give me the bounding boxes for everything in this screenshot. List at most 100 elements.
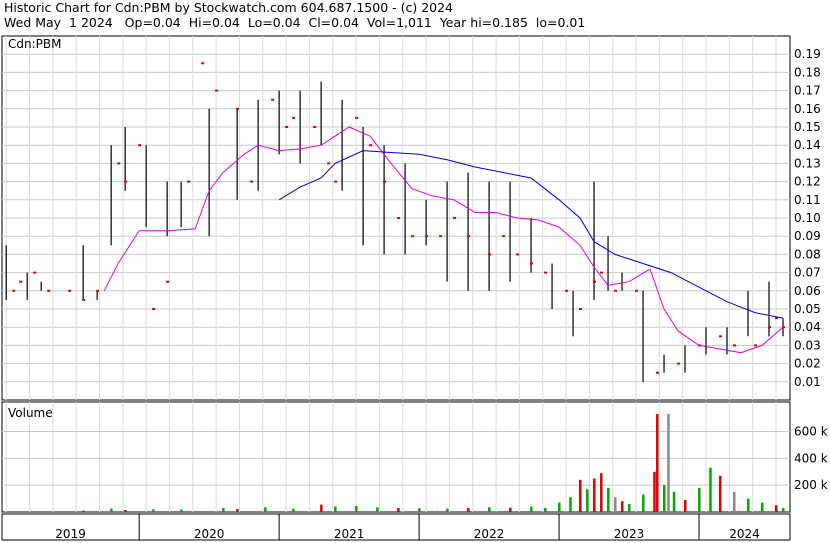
volume-bar [509, 507, 512, 512]
close-tick [733, 344, 737, 347]
price-y-tick-label: 0.01 [794, 375, 821, 389]
close-tick [355, 116, 359, 119]
stock-chart: 0.19 0.18 0.17 0.16 0.15 0.14 0.13 0.12 0.11 0.10… [1, 35, 828, 541]
volume-bar [653, 471, 656, 512]
volume-bar [672, 491, 676, 512]
x-tick-label: 2023 [614, 527, 645, 541]
close-tick [530, 262, 534, 265]
close-tick [313, 126, 317, 128]
volume-y-tick-label: 200 k [794, 478, 828, 492]
volume-bar [614, 497, 617, 512]
close-tick [236, 107, 240, 110]
x-tick-label: 2024 [729, 527, 760, 541]
volume-bar [607, 487, 610, 512]
close-tick [635, 289, 639, 292]
close-tick [327, 162, 331, 165]
close-tick [166, 280, 170, 283]
close-tick [593, 280, 597, 283]
volume-bar [600, 473, 603, 512]
volume-bar [180, 509, 183, 512]
close-tick [96, 289, 100, 292]
close-tick [33, 271, 37, 274]
volume-bar [82, 510, 85, 512]
close-tick [467, 235, 471, 238]
price-y-tick-label: 0.06 [794, 284, 821, 298]
volume-bar [376, 507, 379, 512]
volume-bar [684, 499, 687, 512]
close-tick [19, 280, 23, 283]
price-y-tick-label: 0.14 [794, 138, 821, 152]
close-tick [397, 217, 401, 219]
volume-bar [586, 489, 589, 512]
volume-bar [775, 505, 778, 512]
volume-bar [667, 414, 670, 512]
volume-bar [709, 467, 712, 512]
close-tick [334, 180, 338, 183]
volume-bar [579, 479, 582, 512]
volume-panel-frame [1, 401, 791, 513]
price-y-tick-label: 0.13 [794, 156, 821, 170]
volume-bar [782, 507, 785, 512]
close-tick [285, 126, 289, 128]
close-tick [453, 217, 457, 219]
price-y-axis: 0.19 0.18 0.17 0.16 0.15 0.14 0.13 0.12 0.11 0.10… [794, 47, 821, 389]
x-tick-label: 2019 [55, 527, 86, 541]
close-tick [68, 289, 72, 292]
close-tick [117, 162, 121, 165]
close-tick [124, 180, 128, 183]
price-y-tick-label: 0.16 [794, 102, 821, 116]
volume-bar [397, 507, 400, 512]
close-tick [369, 144, 373, 147]
volume-bar [320, 504, 323, 512]
volume-bar [488, 507, 491, 512]
close-tick [439, 235, 443, 238]
volume-bar [642, 494, 645, 512]
close-tick [411, 235, 415, 238]
close-tick [516, 253, 520, 256]
volume-bar [152, 509, 155, 512]
volume-bar [334, 506, 337, 512]
volume-bar [761, 502, 764, 512]
x-axis-frame [1, 513, 791, 541]
close-tick [544, 271, 548, 274]
price-y-tick-label: 0.03 [794, 338, 821, 352]
volume-y-tick-label: 600 k [794, 425, 828, 439]
volume-bar [530, 506, 533, 512]
x-tick-label: 2022 [474, 527, 505, 541]
volume-bar [292, 508, 295, 512]
volume-bar [544, 507, 547, 512]
volume-bar [569, 497, 572, 512]
price-y-tick-label: 0.09 [794, 229, 821, 243]
volume-bar [418, 508, 421, 512]
price-y-tick-label: 0.15 [794, 120, 821, 134]
close-tick [187, 180, 191, 183]
volume-bar [663, 485, 666, 512]
close-tick [600, 271, 604, 274]
price-panel-label: Cdn:PBM [8, 37, 61, 51]
close-tick [719, 335, 723, 338]
price-y-tick-label: 0.17 [794, 84, 821, 98]
price-y-tick-label: 0.08 [794, 247, 821, 261]
price-y-tick-label: 0.11 [794, 193, 821, 207]
close-tick [152, 308, 156, 310]
volume-bar [747, 498, 750, 512]
volume-y-tick-label: 400 k [794, 451, 828, 465]
price-y-tick-label: 0.02 [794, 357, 821, 371]
price-y-tick-label: 0.19 [794, 47, 821, 61]
price-y-tick-label: 0.04 [794, 320, 821, 334]
volume-bar [733, 491, 736, 512]
volume-bar [621, 501, 624, 512]
close-tick [383, 180, 387, 183]
x-tick-label: 2020 [194, 527, 225, 541]
volume-bar [698, 487, 701, 512]
volume-bar [222, 507, 225, 512]
volume-bar [593, 478, 596, 512]
close-tick [292, 116, 296, 119]
price-y-tick-label: 0.12 [794, 175, 821, 189]
volume-bar [446, 508, 449, 512]
close-tick [754, 344, 758, 347]
volume-bar [110, 508, 113, 512]
x-tick-label: 2021 [334, 527, 365, 541]
price-y-tick-label: 0.07 [794, 266, 821, 280]
close-tick [565, 289, 569, 292]
